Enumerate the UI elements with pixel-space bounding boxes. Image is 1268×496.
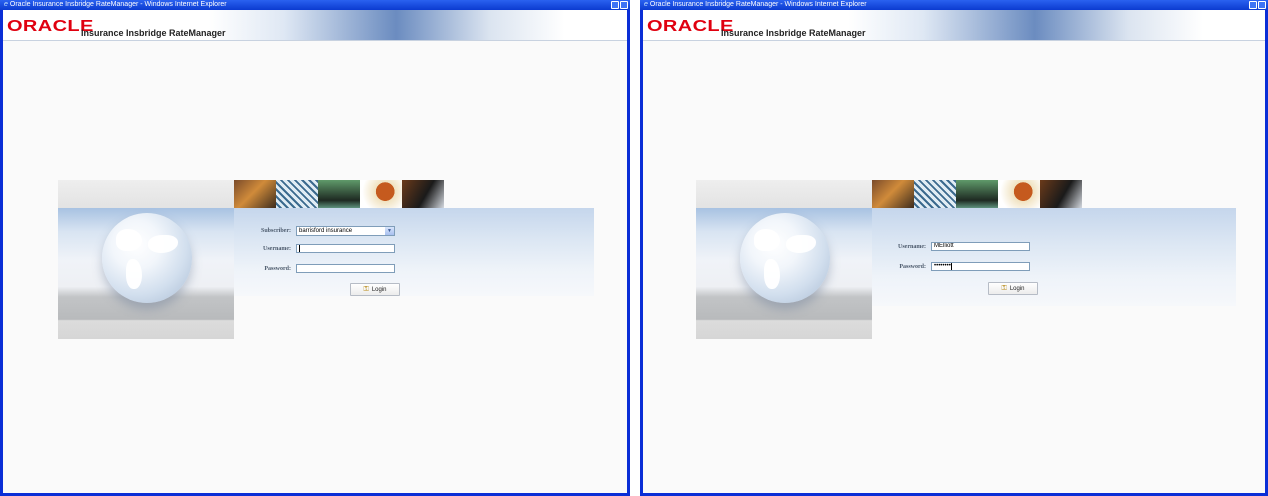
minimize-icon[interactable]	[1249, 1, 1257, 9]
product-name: Insurance Insbridge RateManager	[81, 28, 226, 38]
photo-person-2	[998, 180, 1040, 209]
password-input[interactable]: ••••••••	[931, 262, 1030, 271]
password-row: Password:	[234, 264, 395, 273]
photo-person-laptop	[956, 180, 998, 209]
subscriber-value: barrisford insurance	[299, 228, 353, 234]
photo-architecture	[914, 180, 956, 209]
photo-person-laptop	[318, 180, 360, 209]
photo-strip	[234, 180, 444, 209]
browser-window-right: e Oracle Insurance Insbridge RateManager …	[640, 0, 1268, 496]
key-icon: ⚿	[363, 286, 369, 293]
restore-icon[interactable]	[620, 1, 628, 9]
username-input[interactable]: MElliott	[931, 242, 1030, 251]
password-label: Password:	[899, 263, 926, 270]
photo-people-1	[234, 180, 276, 209]
ie-icon: e	[4, 1, 8, 8]
username-row: Username: MElliott	[869, 242, 1030, 251]
photo-strip	[872, 180, 1082, 209]
window-titlebar[interactable]: e Oracle Insurance Insbridge RateManager …	[0, 0, 630, 10]
restore-icon[interactable]	[1258, 1, 1266, 9]
password-row: Password: ••••••••	[869, 262, 1030, 271]
header-strip	[58, 180, 234, 208]
subscriber-label: Subscriber:	[261, 228, 291, 234]
login-button[interactable]: ⚿ Login	[988, 282, 1038, 295]
password-input[interactable]	[296, 264, 395, 273]
product-name: Insurance Insbridge RateManager	[721, 28, 866, 38]
login-label: Login	[371, 286, 387, 293]
subscriber-row: Subscriber: barrisford insurance ▼	[234, 226, 395, 236]
window-controls	[1249, 1, 1266, 9]
photo-architecture	[276, 180, 318, 209]
photo-person-2	[360, 180, 402, 209]
header-strip	[696, 180, 872, 208]
subscriber-select[interactable]: barrisford insurance ▼	[296, 226, 395, 236]
window-title: Oracle Insurance Insbridge RateManager -…	[649, 1, 867, 8]
login-form: Subscriber: barrisford insurance ▼ Usern…	[234, 208, 594, 296]
window-titlebar[interactable]: e Oracle Insurance Insbridge RateManager …	[640, 0, 1268, 10]
brand-header: ORACLE Insurance Insbridge RateManager	[643, 10, 1265, 41]
window-controls	[611, 1, 628, 9]
globe-icon	[102, 213, 192, 303]
window-title: Oracle Insurance Insbridge RateManager -…	[9, 1, 227, 8]
ie-icon: e	[644, 1, 648, 8]
login-label: Login	[1009, 285, 1025, 292]
photo-person-3	[1040, 180, 1082, 209]
username-input[interactable]	[296, 244, 395, 253]
brand-header: ORACLE Insurance Insbridge RateManager	[3, 10, 627, 41]
photo-people-1	[872, 180, 914, 209]
username-label: Username:	[898, 243, 926, 250]
globe-panel	[58, 208, 234, 339]
password-label: Password:	[264, 265, 291, 272]
username-row: Username:	[234, 244, 395, 253]
key-icon: ⚿	[1001, 285, 1007, 292]
browser-window-left: e Oracle Insurance Insbridge RateManager …	[0, 0, 630, 496]
globe-icon	[740, 213, 830, 303]
chevron-down-icon[interactable]: ▼	[385, 227, 394, 235]
login-button[interactable]: ⚿ Login	[350, 283, 400, 296]
login-form: Username: MElliott Password: •••••••• ⚿ …	[872, 208, 1236, 306]
username-label: Username:	[263, 245, 291, 252]
photo-person-3	[402, 180, 444, 209]
globe-panel	[696, 208, 872, 339]
minimize-icon[interactable]	[611, 1, 619, 9]
